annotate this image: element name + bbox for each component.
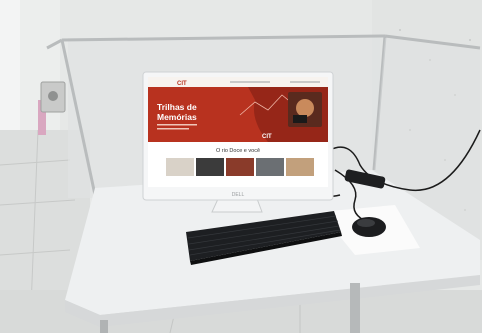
desk-leg-left [100, 320, 108, 333]
monitor-screen: CIT Trilhas de Memórias CIT O rio Doce e… [148, 77, 328, 187]
monitor-brand: DELL [232, 192, 245, 198]
hero-photo-headset [293, 115, 307, 123]
switch-knob [48, 91, 58, 101]
site-nav [230, 81, 270, 83]
site-header-logo: CIT [177, 81, 187, 87]
desk-leg-right [350, 283, 360, 333]
thumbnail-1 [196, 158, 224, 176]
thumbnail-3 [256, 158, 284, 176]
hero-subtitle-2 [157, 128, 189, 130]
thumbnail-0 [166, 158, 194, 176]
hero-title-line2: Memórias [157, 112, 197, 122]
photo-scene: DELL CIT Trilhas de Memórias CIT O rio D… [0, 0, 482, 333]
hero-photo-face [296, 99, 314, 117]
thumbnail-2 [226, 158, 254, 176]
hero-logo: CIT [262, 134, 272, 140]
doorway [0, 0, 20, 130]
hero-subtitle [157, 124, 197, 126]
thumbnail-4 [286, 158, 314, 176]
photo: DELL CIT Trilhas de Memórias CIT O rio D… [0, 0, 482, 333]
hero-title-line1: Trilhas de [157, 102, 197, 112]
mouse [352, 217, 386, 237]
site-nav-right [290, 81, 320, 83]
section-heading: O rio Doce e você [216, 148, 260, 154]
